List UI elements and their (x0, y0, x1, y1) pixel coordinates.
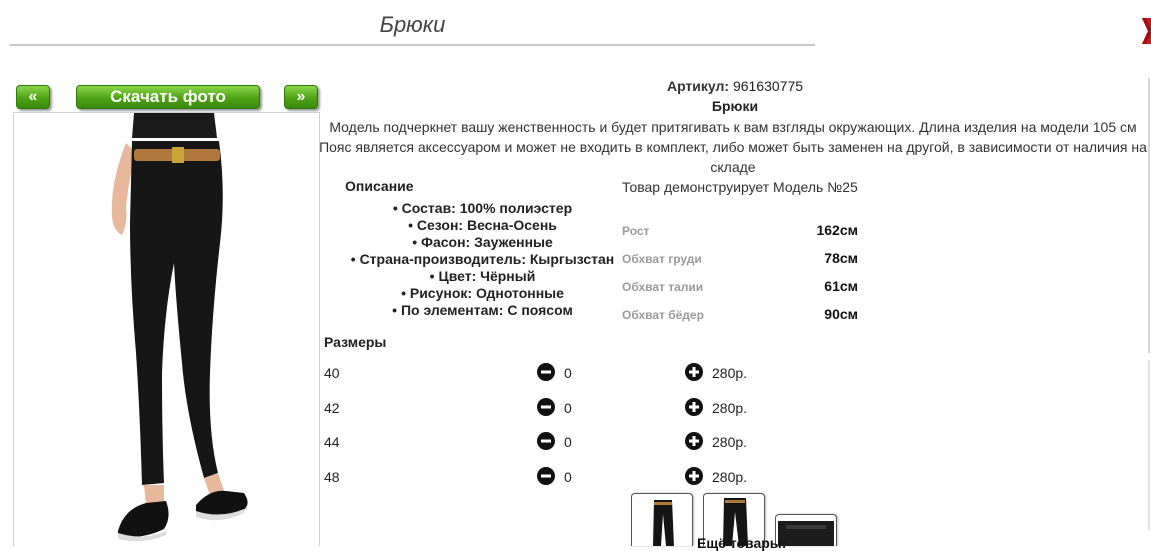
measurement-value: 90см (824, 306, 858, 322)
plus-circle-icon[interactable] (685, 467, 703, 485)
measurement-label: Обхват груди (622, 252, 702, 266)
close-button[interactable] (1136, 16, 1151, 46)
price-value: 280р. (712, 434, 748, 450)
prev-photo-button[interactable]: « (16, 85, 50, 109)
measurement-row: Рост 162см (622, 220, 858, 242)
measurement-row: Обхват груди 78см (622, 248, 858, 270)
plus-circle-icon[interactable] (685, 432, 703, 450)
download-photo-button[interactable]: Скачать фото (76, 85, 260, 109)
price-value: 280р. (712, 400, 748, 416)
size-row: 42 0 280р. (324, 398, 784, 420)
sizes-heading: Размеры (324, 334, 387, 350)
spec-item: Фасон: Зауженные (330, 234, 635, 251)
measurement-value: 162см (816, 222, 858, 238)
quantity-value: 0 (564, 434, 572, 450)
measurement-label: Обхват бёдер (622, 308, 704, 322)
minus-circle-icon[interactable] (537, 363, 555, 381)
spec-item: Рисунок: Однотонные (330, 285, 635, 302)
plus-circle-icon[interactable] (685, 398, 703, 416)
product-name: Брюки (711, 98, 759, 114)
spec-item: По элементам: С поясом (330, 302, 635, 319)
size-label: 42 (324, 400, 340, 416)
spec-item: Страна-производитель: Кыргызстан (330, 251, 635, 268)
size-label: 44 (324, 434, 340, 450)
minus-circle-icon[interactable] (537, 398, 555, 416)
scrollbar-track[interactable] (1148, 78, 1150, 353)
model-heading: Товар демонструирует Модель №25 (622, 179, 858, 195)
measurement-row: Обхват бёдер 90см (622, 304, 858, 326)
quantity-value: 0 (564, 400, 572, 416)
specs-list: Состав: 100% полиэстер Сезон: Весна-Осен… (330, 200, 635, 319)
thumbnail-image (653, 500, 674, 546)
size-row: 44 0 280р. (324, 432, 784, 454)
quantity-value: 0 (564, 365, 572, 381)
quantity-value: 0 (564, 469, 572, 485)
minus-circle-icon[interactable] (537, 432, 555, 450)
more-products-label: Ещё товары: (697, 535, 787, 551)
measurement-label: Обхват талии (622, 280, 704, 294)
next-photo-button[interactable]: » (284, 85, 318, 109)
page-title: Брюки (10, 12, 815, 46)
size-row: 40 0 280р. (324, 363, 784, 385)
price-value: 280р. (712, 365, 748, 381)
spec-item: Состав: 100% полиэстер (330, 200, 635, 217)
measurement-value: 78см (824, 250, 858, 266)
product-photo[interactable] (13, 112, 320, 546)
divider (1148, 360, 1150, 530)
product-description: Модель подчеркнет вашу женственность и б… (319, 119, 1147, 175)
measurement-label: Рост (622, 224, 650, 238)
size-label: 48 (324, 469, 340, 485)
measurement-row: Обхват талии 61см (622, 276, 858, 298)
measurement-value: 61см (824, 278, 858, 294)
article-value: 961630775 (732, 78, 804, 94)
plus-circle-icon[interactable] (685, 363, 703, 381)
close-icon (1142, 18, 1151, 44)
size-label: 40 (324, 365, 340, 381)
article-number: Артикул: 961630775 (560, 78, 910, 94)
price-value: 280р. (712, 469, 748, 485)
photo-thumbnail[interactable] (631, 493, 693, 546)
article-label: Артикул: (666, 78, 730, 94)
model-trousers-image (111, 113, 248, 542)
spec-item: Сезон: Весна-Осень (330, 217, 635, 234)
spec-item: Цвет: Чёрный (330, 268, 635, 285)
minus-circle-icon[interactable] (537, 467, 555, 485)
size-row: 48 0 280р. (324, 467, 784, 489)
specs-heading: Описание (345, 178, 414, 194)
